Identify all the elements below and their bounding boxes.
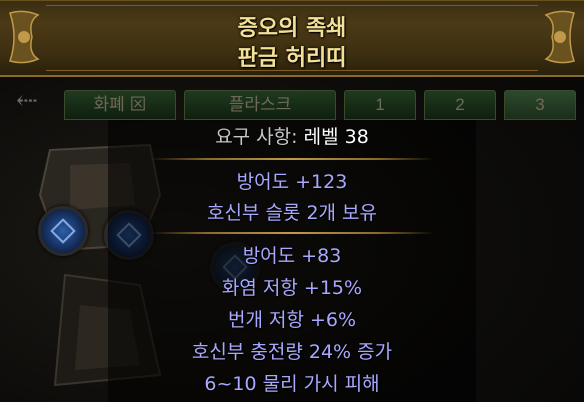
- requirement-value: 레벨 38: [303, 126, 369, 148]
- tooltip-header: 증오의 족쇄 판금 허리띠: [0, 0, 584, 77]
- separator: [150, 158, 434, 160]
- item-tooltip: 증오의 족쇄 판금 허리띠 요구 사항: 레벨 38 방어도 +123 호신부 …: [0, 0, 584, 402]
- explicit-mod: 호신부 충전량 24% 증가: [191, 341, 393, 363]
- requirement-label: 요구 사항:: [215, 126, 298, 148]
- requirements: 요구 사항: 레벨 38: [0, 125, 584, 149]
- explicit-mod: 방어도 +83: [242, 245, 342, 267]
- item-name: 증오의 족쇄: [237, 16, 347, 41]
- implicit-mod: 호신부 슬롯 2개 보유: [206, 202, 378, 224]
- explicit-mod: 화염 저항 +15%: [221, 277, 363, 299]
- item-base-type: 판금 허리띠: [237, 46, 347, 71]
- implicit-mod: 방어도 +123: [236, 171, 348, 193]
- separator: [150, 232, 434, 234]
- explicit-mod: 번개 저항 +6%: [227, 309, 357, 331]
- explicit-mod: 6~10 물리 가시 피해: [204, 373, 380, 395]
